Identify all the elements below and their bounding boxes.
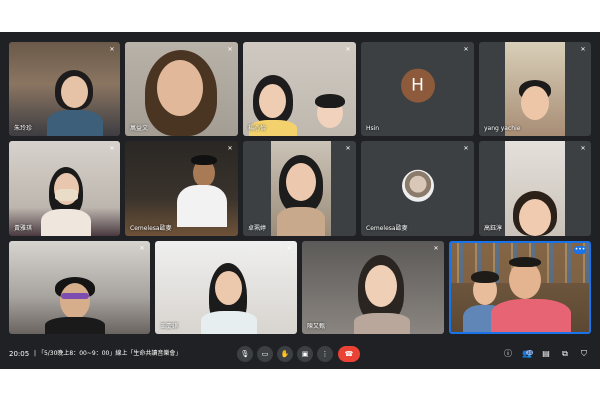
participant-name: 黃雅琪	[14, 225, 33, 232]
mic-muted-icon: ✕	[463, 145, 469, 152]
camera-icon[interactable]: ▭	[257, 346, 273, 362]
participant-tile[interactable]: H ✕ Hsin	[361, 42, 474, 136]
meeting-video-grid: ✕ 朱玲珍 ✕ 萬益文 ✕ 楊心怡 H ✕ Hsin ✕ yang yachie	[0, 32, 600, 369]
participant-face	[215, 271, 242, 305]
activities-icon[interactable]: ⧉	[559, 348, 571, 360]
participant-name: Hsin	[366, 125, 380, 132]
participant-tile-self[interactable]: •••	[449, 241, 591, 334]
mic-muted-icon: ✕	[227, 46, 233, 53]
participant-body	[354, 313, 410, 334]
participant-face	[60, 283, 90, 319]
mic-muted-icon: ✕	[580, 145, 586, 152]
participant-face	[61, 76, 88, 108]
mic-muted-icon: ✕	[463, 46, 469, 53]
clock: 20:05	[9, 350, 30, 358]
participant-body	[277, 207, 325, 236]
participant-tile[interactable]: ✕ 卓珮婷	[243, 141, 356, 236]
participant-body	[45, 317, 105, 334]
face-mask	[55, 189, 78, 201]
participant-tile[interactable]: ✕ Cemelesa歐麥	[125, 141, 238, 236]
meeting-title: | 「5/30晚上8：00~9：00」線上「生命共讀音樂會」	[34, 348, 181, 360]
participant-tile[interactable]: ✕	[9, 241, 150, 334]
participant-video	[505, 141, 565, 236]
participant-name: 楊心怡	[248, 125, 267, 132]
participant-tile[interactable]: ✕ 萬益文	[125, 42, 238, 136]
participant-video	[271, 141, 331, 236]
participant-name: yang yachie	[484, 125, 521, 132]
participant-face	[286, 163, 316, 201]
participant-face	[365, 265, 397, 307]
participant-face	[259, 84, 286, 118]
participant-name: 王慶錤	[160, 323, 179, 330]
host-controls-icon[interactable]: ⛉	[578, 348, 590, 360]
participant-name: 朱玲珍	[14, 125, 33, 132]
participant-body	[41, 209, 91, 236]
participant-video	[505, 42, 565, 136]
participant-name: 卓珮婷	[248, 225, 267, 232]
participant-hair	[471, 271, 499, 283]
participant-body	[201, 311, 257, 334]
avatar: H	[400, 68, 435, 103]
participant-name: 萬益文	[130, 125, 149, 132]
participant-glasses	[61, 293, 89, 299]
mic-muted-icon: ✕	[286, 245, 292, 252]
avatar	[401, 169, 434, 202]
participant-face	[157, 60, 203, 116]
mic-icon[interactable]: 🎙	[237, 346, 253, 362]
participant-tile[interactable]: ✕ 王慶錤	[155, 241, 297, 334]
meeting-controls-bar: 20:05 | 「5/30晚上8：00~9：00」線上「生命共讀音樂會」 🎙 ▭…	[0, 340, 600, 369]
participant-tile[interactable]: ✕ Cemelesa歐麥	[361, 141, 474, 236]
mic-muted-icon: ✕	[109, 46, 115, 53]
mic-muted-icon: ✕	[139, 245, 145, 252]
participant-cap	[191, 155, 217, 165]
mic-muted-icon: ✕	[345, 145, 351, 152]
people-icon[interactable]: 👥14	[521, 348, 534, 360]
participant-name: 高鈺淳	[484, 225, 503, 232]
participant-tile[interactable]: ✕ 黃雅琪	[9, 141, 120, 236]
participant-tile[interactable]: ✕ 高鈺淳	[479, 141, 591, 236]
participant-name: 陳又甄	[307, 323, 326, 330]
participant-tile[interactable]: ✕ 朱玲珍	[9, 42, 120, 136]
mic-muted-icon: ✕	[227, 145, 233, 152]
meeting-title-text: 「5/30晚上8：00~9：00」線上「生命共讀音樂會」	[37, 350, 182, 357]
participant-tile[interactable]: ✕ 陳又甄	[302, 241, 444, 334]
more-options-icon[interactable]: •••	[574, 246, 586, 254]
participant-name: Cemelesa歐麥	[366, 225, 408, 232]
participant-face	[521, 86, 549, 120]
hangup-icon[interactable]: ☎	[338, 346, 360, 362]
people-count-badge: 14	[526, 350, 534, 355]
more-options-icon[interactable]: ⋮	[317, 346, 333, 362]
child-hair	[315, 94, 345, 108]
chat-icon[interactable]: ▤	[540, 348, 552, 360]
participant-face	[519, 199, 551, 236]
participant-tile[interactable]: ✕ 楊心怡	[243, 42, 356, 136]
mic-muted-icon: ✕	[433, 245, 439, 252]
mic-muted-icon: ✕	[580, 46, 586, 53]
participant-name: Cemelesa歐麥	[130, 225, 172, 232]
participant-body	[47, 110, 103, 136]
present-icon[interactable]: ▣	[297, 346, 313, 362]
participant-tile[interactable]: ✕ yang yachie	[479, 42, 591, 136]
participant-hair	[509, 257, 541, 267]
mic-muted-icon: ✕	[109, 145, 115, 152]
participant-body	[177, 185, 227, 227]
mic-muted-icon: ✕	[345, 46, 351, 53]
info-icon[interactable]: ⓘ	[502, 348, 514, 360]
raise-hand-icon[interactable]: ✋	[277, 346, 293, 362]
title-separator: |	[34, 350, 37, 357]
participant-body	[491, 299, 571, 332]
